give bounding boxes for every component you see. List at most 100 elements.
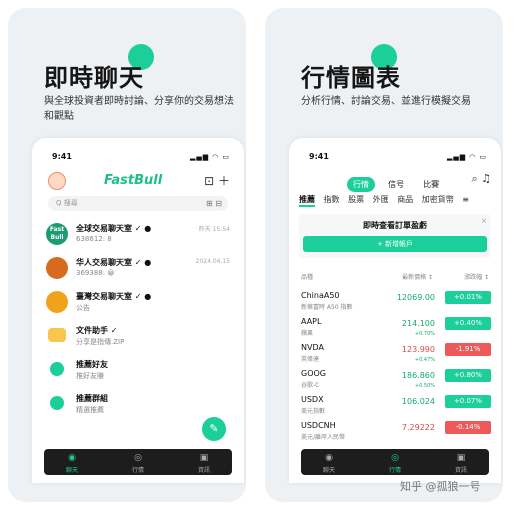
chat-name: 推薦好友 — [76, 360, 108, 369]
card-subtitle: 分析行情、討論交易、並進行模擬交易 — [301, 96, 471, 107]
search-input[interactable]: Q 搜尋 ⊞ ⊟ — [48, 196, 228, 211]
search-placeholder: Q 搜尋 — [56, 199, 78, 207]
change-badge: -0.14% — [445, 421, 491, 434]
scan-icon[interactable]: ⊞ ⊟ — [206, 196, 222, 211]
list-item[interactable]: 文件助手 ✓ 分享是指傳.ZIP — [46, 322, 234, 356]
extended-change: +0.47% — [414, 357, 435, 363]
price: 123.990 — [401, 345, 435, 354]
tab-signals[interactable]: 信号 — [382, 177, 410, 192]
tab-stocks[interactable]: 股票 — [348, 195, 364, 204]
tab-commodities[interactable]: 商品 — [397, 195, 413, 204]
list-item[interactable]: 臺灣交易聊天室 ✓ ● 公告 — [46, 288, 234, 322]
avatar[interactable] — [48, 172, 66, 190]
quote-list: ChinaA50 新華富時 A50 指數 12069.00 +0.01% AAP… — [301, 288, 491, 444]
table-row[interactable]: USDCNH 美元/離岸人民幣 7.29222 -0.14% — [301, 418, 491, 444]
chat-avatar — [46, 257, 68, 279]
chat-name: 推薦群組 — [76, 394, 108, 403]
bottom-tab-bar: ◉ 聊天 ◎ 行情 ▣ 資訊 — [44, 449, 232, 475]
list-item[interactable]: 推薦好友 推好友賺 — [46, 356, 234, 390]
price: 12069.00 — [396, 293, 435, 302]
col-symbol: 品種 — [301, 274, 314, 281]
symbol: AAPL — [301, 317, 322, 326]
group-icon — [50, 396, 64, 410]
tab-news[interactable]: ▣ 資訊 — [184, 453, 224, 474]
chat-preview: 分享是指傳.ZIP — [76, 338, 125, 346]
price: 106.024 — [401, 397, 435, 406]
add-account-button[interactable]: + 新增帳戶 — [303, 236, 487, 252]
header-action-icons[interactable]: ⊡ ＋ — [204, 172, 230, 189]
tab-chat[interactable]: ◉ 聊天 — [309, 453, 349, 474]
list-item[interactable]: Fast Bull 全球交易聊天室 ✓ ● 638612: 8 昨天 15:54 — [46, 220, 234, 254]
chat-preview: 638612: 8 — [76, 235, 112, 243]
close-icon[interactable]: × — [481, 217, 487, 225]
symbol-desc: 美元/離岸人民幣 — [301, 434, 346, 441]
news-icon: ▣ — [199, 453, 209, 463]
symbol: ChinaA50 — [301, 291, 340, 300]
top-tabs: 行情 信号 比賽 — [347, 172, 447, 192]
chat-time: 昨天 15:54 — [198, 226, 230, 233]
status-bar: 9:41 ▂▄▆ ◠ ▭ — [303, 152, 487, 164]
chat-list: Fast Bull 全球交易聊天室 ✓ ● 638612: 8 昨天 15:54… — [46, 220, 234, 424]
chat-preview: 公告 — [76, 304, 90, 312]
chat-name: 全球交易聊天室 ✓ ● — [76, 224, 152, 233]
tab-contest[interactable]: 比賽 — [417, 177, 445, 192]
symbol-desc: 谷歌-C — [301, 382, 320, 389]
change-badge: +0.01% — [445, 291, 491, 304]
change-badge: -1.91% — [445, 343, 491, 356]
change-badge: +0.40% — [445, 317, 491, 330]
tab-quotes[interactable]: 行情 — [347, 177, 375, 192]
chat-icon: ◉ — [68, 453, 76, 463]
column-header: 品種 最新價格 ↕ 漲跌幅 ↕ — [301, 272, 491, 282]
category-tabs: 推薦 指數 股票 外匯 商品 加密貨幣 ≡ — [299, 194, 491, 208]
chat-preview: 369388: 😀 — [76, 269, 115, 277]
app-header: FastBull ⊡ ＋ — [42, 172, 234, 192]
card-subtitle: 與全球投資者即時討論、分享你的交易想法和觀點 — [44, 96, 234, 122]
price: 186.860 — [401, 371, 435, 380]
compose-button[interactable]: ✎ — [202, 417, 226, 441]
price: 7.29222 — [401, 423, 435, 432]
status-time: 9:41 — [52, 152, 72, 161]
tab-label: 資訊 — [197, 467, 210, 474]
price: 214.100 — [401, 319, 435, 328]
table-row[interactable]: AAPL 蘋果 214.100 +0.40% +0.70% — [301, 314, 491, 340]
tab-market[interactable]: ◎ 行情 — [375, 453, 415, 474]
symbol-desc: 英偉達 — [301, 356, 320, 363]
tab-index[interactable]: 指數 — [324, 195, 340, 204]
tab-label: 行情 — [388, 467, 401, 474]
brand-logo: FastBull — [104, 173, 163, 188]
symbol: NVDA — [301, 343, 324, 352]
col-change[interactable]: 漲跌幅 ↕ — [464, 272, 489, 281]
promo-banner: 即時查看訂單盈虧 × + 新增帳戶 — [299, 214, 491, 258]
table-row[interactable]: USDX 美元指數 106.024 +0.07% — [301, 392, 491, 418]
tab-forex[interactable]: 外匯 — [373, 195, 389, 204]
chat-preview: 精選推薦 — [76, 406, 104, 414]
chat-name: 臺灣交易聊天室 ✓ ● — [76, 292, 152, 301]
phone-screen-market: 9:41 ▂▄▆ ◠ ▭ 行情 信号 比賽 ⌕ ♫ 推薦 指數 股票 外匯 商品… — [289, 138, 501, 483]
table-row[interactable]: GOOG 谷歌-C 186.860 +0.80% +0.50% — [301, 366, 491, 392]
chat-icon: ◉ — [325, 453, 333, 463]
market-icon: ◎ — [391, 453, 399, 463]
tab-crypto[interactable]: 加密貨幣 — [422, 195, 454, 204]
status-bar: 9:41 ▂▄▆ ◠ ▭ — [46, 152, 230, 164]
market-feature-card: 行情圖表 分析行情、討論交易、並進行模擬交易 9:41 ▂▄▆ ◠ ▭ 行情 信… — [265, 8, 503, 502]
chat-avatar: Fast Bull — [46, 223, 68, 245]
extended-change: +0.70% — [414, 331, 435, 337]
promo-title: 即時查看訂單盈虧 — [363, 221, 427, 230]
table-row[interactable]: ChinaA50 新華富時 A50 指數 12069.00 +0.01% — [301, 288, 491, 314]
tab-chat[interactable]: ◉ 聊天 — [52, 453, 92, 474]
tab-market[interactable]: ◎ 行情 — [118, 453, 158, 474]
chat-feature-card: 即時聊天 與全球投資者即時討論、分享你的交易想法和觀點 9:41 ▂▄▆ ◠ ▭… — [8, 8, 246, 502]
tab-news[interactable]: ▣ 資訊 — [441, 453, 481, 474]
tab-recommended[interactable]: 推薦 — [299, 195, 315, 207]
market-icon: ◎ — [134, 453, 142, 463]
list-item[interactable]: 华人交易聊天室 ✓ ● 369388: 😀 2024.04.15 — [46, 254, 234, 288]
col-price[interactable]: 最新價格 ↕ — [402, 272, 433, 281]
status-time: 9:41 — [309, 152, 329, 161]
symbol-desc: 新華富時 A50 指數 — [301, 304, 353, 311]
menu-icon[interactable]: ≡ — [462, 195, 469, 204]
table-row[interactable]: NVDA 英偉達 123.990 -1.91% +0.47% — [301, 340, 491, 366]
status-icons: ▂▄▆ ◠ ▭ — [189, 153, 230, 161]
symbol-desc: 蘋果 — [301, 330, 314, 337]
search-bell-icons[interactable]: ⌕ ♫ — [471, 172, 491, 186]
symbol: USDCNH — [301, 421, 336, 430]
